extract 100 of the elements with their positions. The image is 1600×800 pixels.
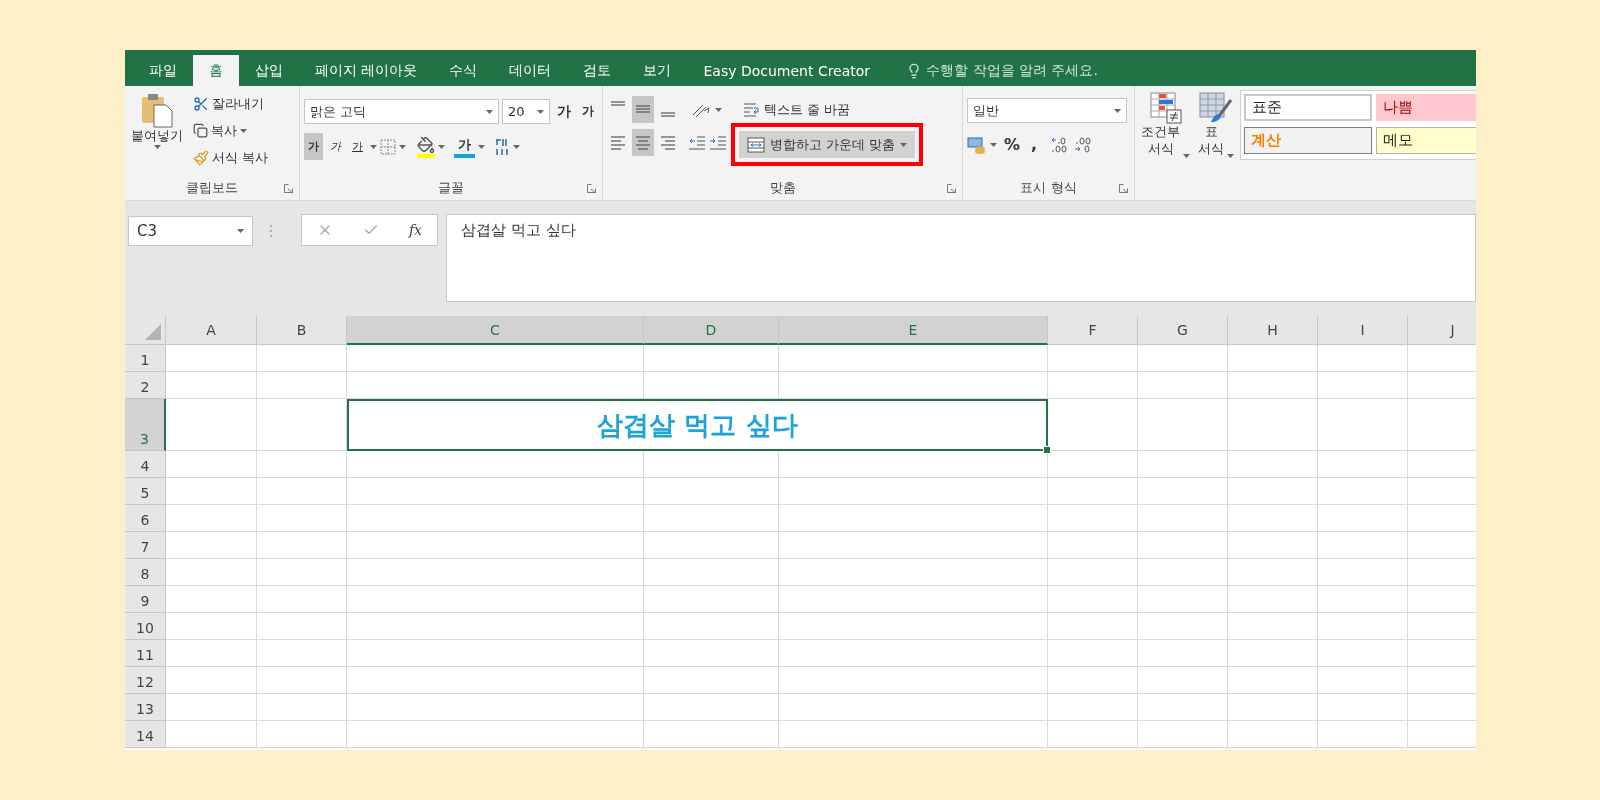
ribbon-tab[interactable]: Easy Document Creator — [687, 55, 887, 86]
wrap-text-button[interactable]: 텍스트 줄 바꿈 — [739, 96, 924, 123]
grid-cell[interactable] — [347, 694, 644, 721]
grid-cell[interactable] — [1318, 345, 1408, 372]
grid-cell[interactable] — [779, 451, 1048, 478]
italic-button[interactable]: 가 — [326, 133, 345, 160]
grid-cell[interactable] — [1318, 667, 1408, 694]
decrease-indent-icon[interactable] — [688, 134, 706, 151]
grid-cell[interactable] — [644, 451, 779, 478]
grid-cell[interactable] — [1048, 478, 1138, 505]
grid-cell[interactable] — [257, 694, 347, 721]
grid-cell[interactable] — [1048, 613, 1138, 640]
grid-cell[interactable] — [644, 532, 779, 559]
grid-cell[interactable] — [644, 345, 779, 372]
row-header[interactable]: 12 — [125, 667, 166, 694]
grid-cell[interactable] — [644, 372, 779, 399]
grid-cell[interactable] — [1048, 345, 1138, 372]
grid-cell[interactable] — [347, 613, 644, 640]
grid-cell[interactable] — [1318, 372, 1408, 399]
column-header[interactable]: J — [1408, 316, 1476, 345]
ribbon-tab[interactable]: 삽입 — [239, 55, 299, 86]
grid-cell[interactable] — [347, 640, 644, 667]
row-header[interactable]: 8 — [125, 559, 166, 586]
grid-cell[interactable] — [347, 559, 644, 586]
column-header[interactable]: E — [779, 316, 1048, 345]
grid-cell[interactable] — [779, 345, 1048, 372]
grid-cell[interactable] — [1318, 694, 1408, 721]
grid-cell[interactable] — [1048, 372, 1138, 399]
phonetic-guide-icon[interactable] — [494, 137, 510, 156]
row-header[interactable]: 10 — [125, 613, 166, 640]
grid-cell[interactable] — [257, 399, 347, 451]
grid-cell[interactable] — [1228, 451, 1318, 478]
grid-cell[interactable] — [1048, 640, 1138, 667]
row-header[interactable]: 6 — [125, 505, 166, 532]
cut-button[interactable]: 잘라내기 — [189, 90, 273, 117]
grid-cell[interactable] — [1228, 399, 1318, 451]
grid-cell[interactable] — [166, 345, 257, 372]
grid-cell[interactable] — [1138, 478, 1228, 505]
column-header[interactable]: A — [166, 316, 257, 345]
grid-cell[interactable] — [257, 640, 347, 667]
copy-button[interactable]: 복사 — [189, 117, 273, 144]
grid-cell[interactable] — [1228, 640, 1318, 667]
grid-cell[interactable] — [1228, 478, 1318, 505]
grid-cell[interactable] — [257, 667, 347, 694]
grid-cell[interactable] — [257, 586, 347, 613]
row-header[interactable]: 4 — [125, 451, 166, 478]
grid-cell[interactable] — [1228, 613, 1318, 640]
column-header[interactable]: F — [1048, 316, 1138, 345]
grid-cell[interactable] — [347, 372, 644, 399]
grid-cell[interactable] — [644, 667, 779, 694]
grid-cell[interactable] — [166, 640, 257, 667]
grid-cell[interactable] — [347, 451, 644, 478]
grid-cell[interactable] — [347, 505, 644, 532]
row-header[interactable]: 11 — [125, 640, 166, 667]
grid-cell[interactable] — [1228, 721, 1318, 748]
row-header[interactable]: 1 — [125, 345, 166, 372]
cell-style-option[interactable]: 나쁨 — [1376, 94, 1476, 121]
column-header[interactable]: I — [1318, 316, 1408, 345]
shrink-font-button[interactable]: 가 — [578, 98, 598, 125]
grid-cell[interactable] — [1228, 694, 1318, 721]
grid-cell[interactable] — [779, 478, 1048, 505]
grid-cell[interactable] — [1048, 586, 1138, 613]
grid-cell[interactable] — [779, 505, 1048, 532]
ribbon-tab[interactable]: 데이터 — [493, 55, 568, 86]
grid-cell[interactable] — [347, 667, 644, 694]
align-center-button[interactable] — [632, 129, 654, 156]
formula-input[interactable]: 삼겹살 먹고 싶다 — [446, 214, 1476, 302]
grid-cell[interactable] — [257, 613, 347, 640]
grid-cell[interactable] — [166, 586, 257, 613]
grid-cell[interactable] — [779, 586, 1048, 613]
grid-cell[interactable] — [644, 694, 779, 721]
grid-cell[interactable] — [779, 613, 1048, 640]
grid-cell[interactable] — [1138, 345, 1228, 372]
grid-cell[interactable] — [347, 345, 644, 372]
grid-cell[interactable] — [1318, 532, 1408, 559]
grid-cell[interactable] — [166, 372, 257, 399]
grid-cell[interactable] — [1228, 505, 1318, 532]
grid-cell[interactable] — [1318, 505, 1408, 532]
dialog-launcher-icon[interactable] — [1119, 184, 1128, 193]
percent-button[interactable]: % — [1000, 131, 1025, 158]
bold-button[interactable]: 가 — [304, 133, 323, 160]
grid-cell[interactable] — [779, 559, 1048, 586]
grid-cell[interactable] — [1138, 451, 1228, 478]
grid-cell[interactable] — [1228, 559, 1318, 586]
column-header[interactable]: B — [257, 316, 347, 345]
conditional-formatting-button[interactable]: 조건부 서식 — [1139, 90, 1192, 200]
grid-cell[interactable] — [166, 613, 257, 640]
grid-cell[interactable] — [166, 505, 257, 532]
grid-cell[interactable] — [1228, 667, 1318, 694]
grid-cell[interactable] — [1138, 399, 1228, 451]
grid-cell[interactable] — [166, 532, 257, 559]
grid-cell[interactable] — [1318, 399, 1408, 451]
comma-button[interactable]: , — [1027, 131, 1042, 158]
grid-cell[interactable] — [1318, 586, 1408, 613]
font-color-button[interactable]: 가 — [454, 135, 475, 158]
row-header[interactable]: 13 — [125, 694, 166, 721]
grid-cell[interactable] — [644, 721, 779, 748]
grid-cell[interactable] — [1318, 613, 1408, 640]
column-header[interactable]: C — [347, 316, 644, 345]
grid-cell[interactable] — [644, 559, 779, 586]
